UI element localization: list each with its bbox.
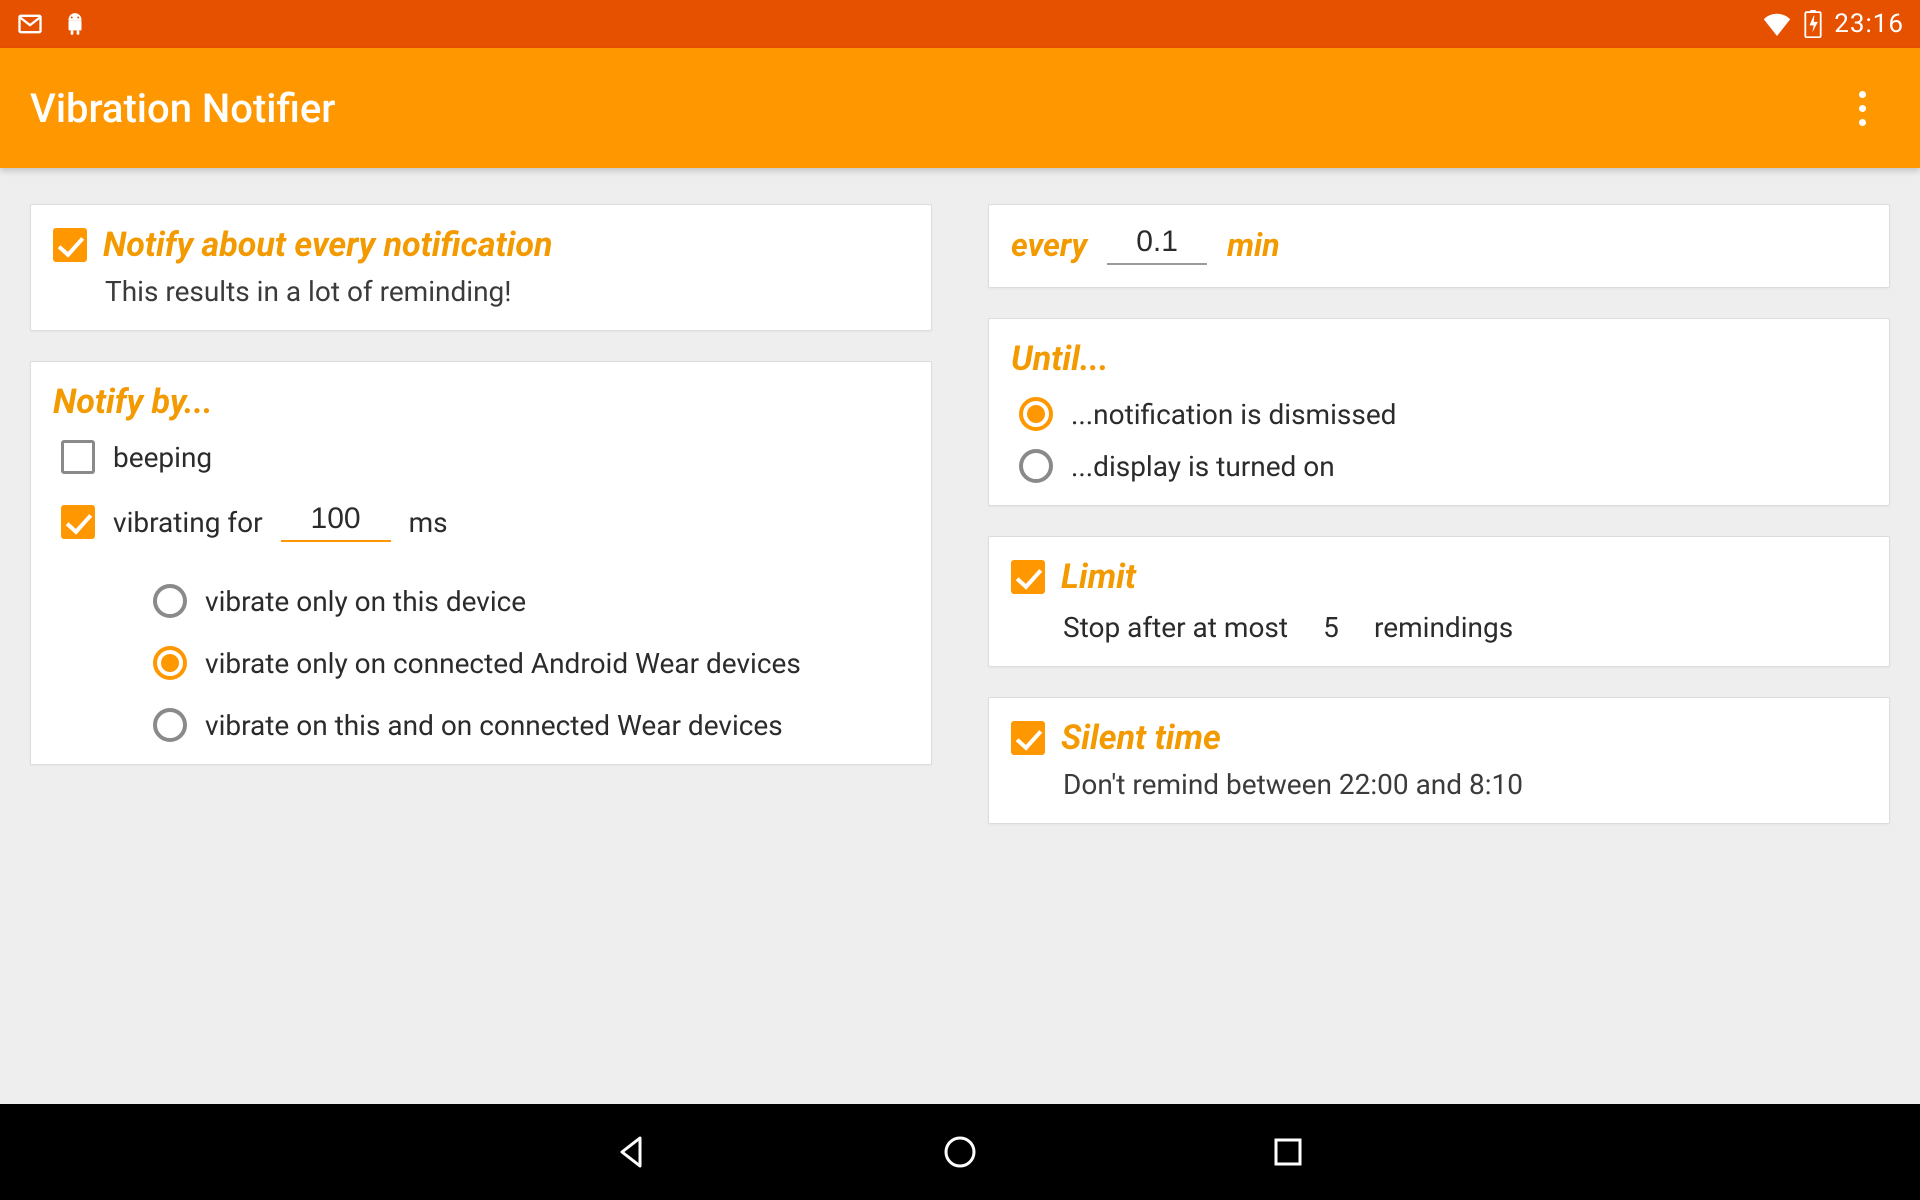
label-vibrate-this-device: vibrate only on this device <box>205 585 526 618</box>
label-vibrate-wear: vibrate only on connected Android Wear d… <box>205 647 801 680</box>
input-interval-min[interactable] <box>1107 225 1207 265</box>
card-notify-every: Notify about every notification This res… <box>30 204 932 331</box>
label-limit-suffix: remindings <box>1374 611 1513 644</box>
subtitle-notify-every: This results in a lot of reminding! <box>53 275 909 308</box>
checkbox-notify-every[interactable] <box>53 228 87 262</box>
card-until: Until... ...notification is dismissed ..… <box>988 318 1890 506</box>
nav-home-button[interactable] <box>936 1128 984 1176</box>
label-vibrating-suffix: ms <box>409 506 448 539</box>
heading-notify-every: Notify about every notification <box>103 225 552 265</box>
radio-vibrate-this-device[interactable] <box>153 584 187 618</box>
navigation-bar <box>0 1104 1920 1200</box>
radio-vibrate-wear[interactable] <box>153 646 187 680</box>
checkbox-vibrating[interactable] <box>61 505 95 539</box>
radio-until-display-on[interactable] <box>1019 449 1053 483</box>
radio-vibrate-both[interactable] <box>153 708 187 742</box>
app-bar: Vibration Notifier <box>0 48 1920 168</box>
label-vibrating-prefix: vibrating for <box>113 506 263 539</box>
card-limit: Limit Stop after at most 5 remindings <box>988 536 1890 667</box>
checkbox-limit[interactable] <box>1011 560 1045 594</box>
input-vibrate-ms[interactable] <box>281 502 391 542</box>
heading-limit: Limit <box>1061 557 1136 597</box>
status-clock: 23:16 <box>1834 9 1904 39</box>
gmail-icon <box>16 10 44 38</box>
card-interval: every min <box>988 204 1890 288</box>
card-silent-time: Silent time Don't remind between 22:00 a… <box>988 697 1890 824</box>
wifi-icon <box>1762 12 1792 36</box>
heading-until: Until... <box>1011 339 1867 379</box>
nav-recents-button[interactable] <box>1264 1128 1312 1176</box>
label-vibrate-both: vibrate on this and on connected Wear de… <box>205 709 783 742</box>
label-until-dismissed: ...notification is dismissed <box>1071 398 1396 431</box>
input-limit-count[interactable]: 5 <box>1314 611 1348 644</box>
nav-back-button[interactable] <box>608 1128 656 1176</box>
label-limit-prefix: Stop after at most <box>1063 611 1288 644</box>
label-interval-prefix: every <box>1011 226 1087 264</box>
battery-charging-icon <box>1804 10 1822 38</box>
label-until-display-on: ...display is turned on <box>1071 450 1335 483</box>
app-title: Vibration Notifier <box>30 85 335 132</box>
label-beeping: beeping <box>113 441 212 474</box>
overflow-menu-button[interactable] <box>1834 80 1890 136</box>
checkbox-silent[interactable] <box>1011 721 1045 755</box>
label-interval-suffix: min <box>1227 226 1280 264</box>
status-bar: 23:16 <box>0 0 1920 48</box>
radio-until-dismissed[interactable] <box>1019 397 1053 431</box>
android-icon <box>62 11 88 37</box>
heading-silent: Silent time <box>1061 718 1221 758</box>
label-silent-range: Don't remind between 22:00 and 8:10 <box>1011 768 1867 801</box>
heading-notify-by: Notify by... <box>53 382 909 422</box>
card-notify-by: Notify by... beeping vibrating for ms vi… <box>30 361 932 765</box>
checkbox-beeping[interactable] <box>61 440 95 474</box>
